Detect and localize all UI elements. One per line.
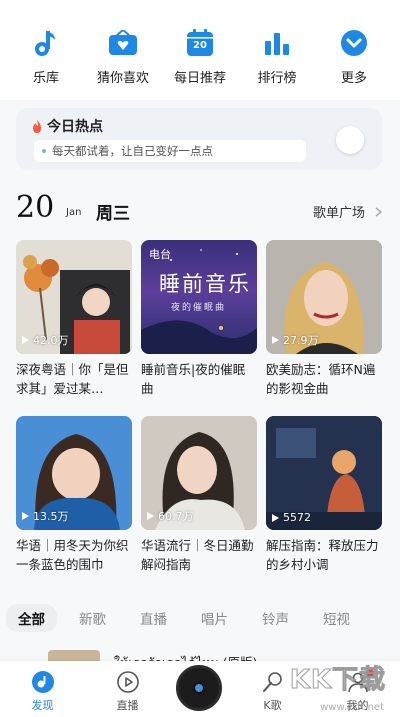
playlist-card[interactable]: 42.0万 深夜粤语｜你「是但求其」爱过某… bbox=[16, 240, 132, 398]
quick-nav-label: 排行榜 bbox=[257, 71, 297, 86]
playlist-card[interactable]: 60.7万 华语流行｜冬日通勤解闷指南 bbox=[141, 416, 257, 574]
hot-topics-toggle[interactable] bbox=[336, 126, 364, 154]
cover-title-text: 睡前音乐 bbox=[159, 272, 251, 296]
chevron-down-circle-icon bbox=[339, 28, 369, 58]
play-count-value: 13.5万 bbox=[33, 510, 69, 523]
quick-nav-guess-you-like[interactable]: 猜你喜欢 bbox=[91, 28, 155, 100]
playlist-title[interactable]: 欧美励志：循环N遍的影视金曲 bbox=[266, 360, 382, 398]
nav-label: 发现 bbox=[31, 699, 54, 712]
tab-new-songs[interactable]: 新歌 bbox=[79, 608, 106, 628]
play-count: 27.9万 bbox=[272, 332, 319, 348]
chevron-right-icon bbox=[375, 206, 382, 217]
nav-live[interactable]: 直播 bbox=[96, 669, 160, 713]
nav-karaoke[interactable]: K歌 bbox=[241, 669, 305, 713]
playlist-title[interactable]: 深夜粤语｜你「是但求其」爱过某… bbox=[16, 360, 132, 398]
play-count: 60.7万 bbox=[147, 508, 194, 524]
quick-nav-label: 乐库 bbox=[32, 71, 59, 86]
nav-label: 直播 bbox=[116, 699, 139, 712]
play-count-value: 5572 bbox=[283, 511, 311, 524]
date-header: 20 Jan 周三 歌单广场 bbox=[16, 190, 382, 226]
play-icon bbox=[22, 336, 29, 344]
disc-icon bbox=[193, 682, 205, 694]
hot-topics-title: 今日热点 bbox=[32, 116, 103, 136]
play-count: 5572 bbox=[272, 511, 311, 524]
playlist-cover[interactable]: 5572 bbox=[266, 416, 382, 530]
hot-topics-title-text: 今日热点 bbox=[47, 119, 103, 135]
playlist-cover[interactable]: 27.9万 bbox=[266, 240, 382, 354]
date-weekday: 周三 bbox=[96, 204, 130, 224]
tab-short-video[interactable]: 短视 bbox=[323, 608, 350, 628]
bottom-nav: 发现 直播 K歌 我的 bbox=[0, 661, 400, 717]
playlist-plaza-label: 歌单广场 bbox=[312, 206, 365, 221]
nav-label: 我的 bbox=[346, 699, 369, 712]
category-tabs: 全部 新歌 直播 唱片 铃声 短视 bbox=[0, 604, 400, 632]
hot-topics-subtitle-text: 每天都试着，让自己变好一点点 bbox=[52, 144, 213, 158]
calendar-day-text: 20 bbox=[193, 40, 207, 51]
microphone-icon bbox=[260, 669, 286, 695]
cover-subtitle-text: 夜的催眠曲 bbox=[171, 303, 227, 313]
tab-albums[interactable]: 唱片 bbox=[201, 608, 228, 628]
nav-label: K歌 bbox=[263, 699, 282, 712]
quick-nav-daily-recommend[interactable]: 20 每日推荐 bbox=[168, 28, 232, 100]
date-day: 20 bbox=[16, 190, 55, 225]
hot-topics-card[interactable]: 今日热点 每天都试着，让自己变好一点点 bbox=[16, 108, 382, 170]
tab-ringtones[interactable]: 铃声 bbox=[262, 608, 289, 628]
bar-chart-icon bbox=[262, 28, 292, 58]
playlist-plaza-link[interactable]: 歌单广场 bbox=[313, 202, 382, 221]
now-playing-disc-button[interactable] bbox=[176, 665, 222, 711]
quick-nav: 乐库 猜你喜欢 20 每日推荐 排行榜 更多 bbox=[0, 0, 400, 100]
playlist-cover[interactable]: 电台 睡前音乐 夜的催眠曲 bbox=[141, 240, 257, 354]
playlist-card[interactable]: 27.9万 欧美励志：循环N遍的影视金曲 bbox=[266, 240, 382, 398]
playlist-card[interactable]: 电台 睡前音乐 夜的催眠曲 睡前音乐|夜的催眠曲 bbox=[141, 240, 257, 398]
playlist-cover[interactable]: 13.5万 bbox=[16, 416, 132, 530]
quick-nav-label: 更多 bbox=[340, 71, 367, 86]
flame-icon bbox=[33, 119, 41, 133]
play-icon bbox=[272, 336, 279, 344]
tab-all[interactable]: 全部 bbox=[6, 604, 57, 632]
play-count-value: 42.0万 bbox=[33, 334, 69, 347]
play-count-value: 27.9万 bbox=[283, 334, 319, 347]
quick-nav-label: 每日推荐 bbox=[173, 71, 226, 86]
playlist-title[interactable]: 华语流行｜冬日通勤解闷指南 bbox=[141, 536, 257, 574]
play-count: 42.0万 bbox=[22, 332, 69, 348]
playlist-title[interactable]: 睡前音乐|夜的催眠曲 bbox=[141, 360, 257, 398]
quick-nav-music-library[interactable]: 乐库 bbox=[14, 28, 78, 100]
discover-icon bbox=[30, 669, 56, 695]
play-icon bbox=[22, 512, 29, 520]
hot-topics-subtitle: 每天都试着，让自己变好一点点 bbox=[34, 140, 306, 162]
playlist-card[interactable]: 13.5万 华语｜用冬天为你织一条蓝色的围巾 bbox=[16, 416, 132, 574]
bullet-dot bbox=[42, 149, 46, 153]
play-count: 13.5万 bbox=[22, 508, 69, 524]
quick-nav-label: 猜你喜欢 bbox=[96, 71, 149, 86]
notification-badge bbox=[365, 669, 374, 677]
playlist-card[interactable]: 5572 解压指南：释放压力的乡村小调 bbox=[266, 416, 382, 574]
calendar-icon: 20 bbox=[185, 28, 215, 58]
tab-live[interactable]: 直播 bbox=[140, 608, 167, 628]
playlist-cover[interactable]: 60.7万 bbox=[141, 416, 257, 530]
nav-me[interactable]: 我的 bbox=[326, 669, 390, 713]
quick-nav-charts[interactable]: 排行榜 bbox=[245, 28, 309, 100]
play-count-value: 60.7万 bbox=[158, 510, 194, 523]
quick-nav-more[interactable]: 更多 bbox=[322, 28, 386, 100]
playlist-title[interactable]: 解压指南：释放压力的乡村小调 bbox=[266, 536, 382, 574]
radio-heart-icon bbox=[108, 28, 138, 58]
play-icon bbox=[272, 513, 279, 522]
radio-tag: 电台 bbox=[149, 248, 171, 261]
nav-discover[interactable]: 发现 bbox=[11, 669, 75, 713]
play-circle-icon bbox=[115, 669, 141, 695]
playlist-cover[interactable]: 42.0万 bbox=[16, 240, 132, 354]
music-note-icon bbox=[31, 28, 61, 58]
play-icon bbox=[147, 512, 154, 520]
playlist-title[interactable]: 华语｜用冬天为你织一条蓝色的围巾 bbox=[16, 536, 132, 574]
date-month: Jan bbox=[66, 207, 82, 218]
